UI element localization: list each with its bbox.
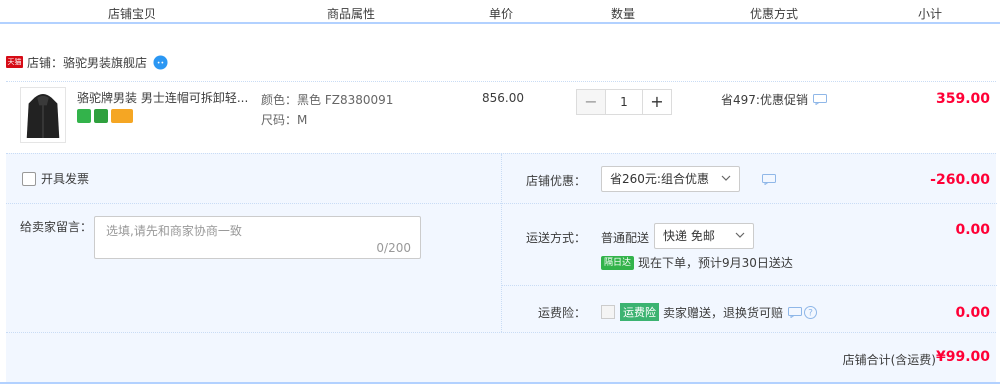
insurance-label: 运费险： [538,306,587,320]
shipping-label: 运送方式： [526,231,587,245]
next-day-delivery: 隔日达 现在下单，预计9月30日送达 [601,254,793,271]
column-header-attributes: 商品属性 [327,7,376,21]
chevron-down-icon [735,232,745,238]
invoice-label: 开具发票 [41,172,90,186]
message-placeholder: 选填,请先和商家协商一致 [106,224,242,238]
product-title-link[interactable]: 骆驼牌男装 男士连帽可拆卸轻... [77,89,248,106]
insurance-checkbox [601,305,615,319]
cart-item-row: 骆驼牌男装 男士连帽可拆卸轻... 颜色：黑色 FZ8380091 尺码：M 8… [6,81,996,153]
table-header: 店铺宝贝 商品属性 单价 数量 优惠方式 小计 [0,0,1000,24]
shop-total-label: 店铺合计(含运费) [842,353,936,367]
svg-text:?: ? [808,308,813,318]
promotion-info: 省497:优惠促销 [721,91,827,108]
product-thumbnail[interactable] [20,87,66,143]
chevron-down-icon [721,175,731,181]
shipping-method: 普通配送 [601,231,650,245]
shop-discount-selected: 省260元:组合优惠 [610,172,709,186]
shipping-select[interactable]: 快递 免邮 [654,223,754,249]
product-size-attr: 尺码：M [261,113,308,127]
guarantee-icon [94,109,108,123]
shop-total-row: 店铺合计(含运费) ¥99.00 [6,332,996,384]
quantity-decrease-button[interactable]: − [576,89,606,115]
item-subtotal: 359.00 [935,91,990,107]
help-icon[interactable]: ? [804,305,818,319]
quantity-stepper: − 1 + [576,89,672,115]
service-icons [77,109,133,123]
shop-total-value: ¥99.00 [935,349,990,365]
divider [502,285,997,286]
next-day-badge: 隔日达 [601,255,635,270]
card-icon [111,109,133,123]
shipping-selected: 快递 免邮 [663,229,715,243]
buyer-options: 开具发票 给卖家留言： 选填,请先和商家协商一致 0/200 [6,154,501,332]
shop-discount-amount: -260.00 [930,172,990,188]
comment-icon[interactable] [788,306,803,318]
insurance-text: 卖家赠送，退换货可赔 [663,305,784,320]
shop-discount-select[interactable]: 省260元:组合优惠 [601,166,740,192]
invoice-checkbox[interactable] [22,171,36,186]
invoice-option[interactable]: 开具发票 [22,170,89,187]
shop-name-link[interactable]: 店铺：骆驼男装旗舰店 [27,54,147,71]
divider [6,203,501,204]
message-char-count: 0/200 [376,241,411,255]
seven-day-return-icon [77,109,91,123]
divider [502,203,997,204]
column-header-subtotal: 小计 [918,7,943,21]
message-textarea[interactable]: 选填,请先和商家协商一致 0/200 [94,216,421,259]
shipping-amount: 0.00 [955,222,990,238]
column-header-item: 店铺宝贝 [108,7,157,21]
insurance-tag: 运费险 [620,303,659,321]
unit-price: 856.00 [482,91,524,105]
insurance-option: 运费险 卖家赠送，退换货可赔 ? [601,303,818,321]
column-header-price: 单价 [489,7,514,21]
order-options-panel: 开具发票 给卖家留言： 选填,请先和商家协商一致 0/200 店铺优惠： 省26… [6,153,997,384]
column-header-discount: 优惠方式 [750,7,799,21]
delivery-eta: 现在下单，预计9月30日送达 [638,256,793,270]
insurance-amount: 0.00 [955,305,990,321]
promotion-text: 省497:优惠促销 [721,93,808,107]
shop-options: 店铺优惠： 省260元:组合优惠 -260.00 运送方式： 普通配送 快递 免… [501,154,997,332]
quantity-increase-button[interactable]: + [642,89,672,115]
tmall-badge: 天猫 [6,56,23,68]
shop-discount-label: 店铺优惠： [526,174,587,188]
message-label: 给卖家留言： [20,220,93,234]
comment-icon[interactable] [812,94,827,105]
comment-icon[interactable] [762,174,776,185]
product-color-attr: 颜色：黑色 FZ8380091 [261,93,394,107]
quantity-input[interactable]: 1 [606,89,642,115]
column-header-quantity: 数量 [611,7,636,21]
shop-line: 天猫 店铺：骆驼男装旗舰店 [6,53,168,71]
wangwang-chat-icon[interactable] [153,54,168,70]
